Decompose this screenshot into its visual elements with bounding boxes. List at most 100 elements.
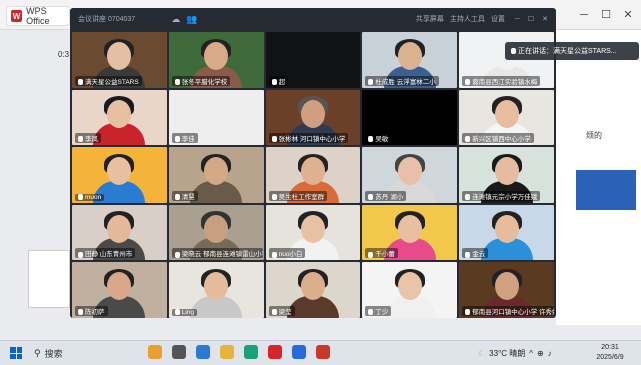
meeting-icon[interactable] (292, 345, 306, 359)
participant-face (397, 214, 422, 243)
participant-name: 千小蕾 (365, 248, 398, 259)
participant-name: Ling (171, 308, 198, 316)
participant-name: 李佳 (171, 133, 198, 144)
weather-text[interactable]: 33°C 晴朗 (489, 348, 525, 359)
mic-icon (271, 78, 277, 85)
wps-office-tab[interactable]: W WPS Office (6, 6, 70, 26)
mic-icon (78, 251, 83, 258)
participant-face (397, 272, 422, 301)
participant-tile[interactable]: 李佳 (168, 89, 264, 146)
right-side-panel: 烦的 (556, 30, 641, 325)
meeting-maximize-icon[interactable]: ☐ (528, 15, 534, 23)
weather-icon[interactable]: ☾ (478, 349, 485, 358)
wps-doc-icon[interactable] (316, 345, 330, 359)
participant-tile[interactable]: 连滩镇元宗小学万佳娥 (459, 147, 554, 203)
participant-tile[interactable]: 清慧 (168, 147, 264, 203)
mic-icon (78, 309, 83, 316)
participant-name: 张冬平腊化学校 (171, 75, 231, 86)
taskbar-search[interactable]: ⚲ 搜索 (28, 344, 128, 362)
participant-tile[interactable]: 满天星公益STARS (72, 32, 167, 88)
participant-tile[interactable]: 张彬林 河口镇中心小学 (265, 89, 361, 146)
mic-icon (78, 136, 83, 143)
participant-face (204, 214, 229, 243)
participant-tile[interactable]: 丁少 (362, 262, 458, 318)
participant-grid: 满天星公益STARS 张冬平腊化学校 超 杜成胜 云浮富林二小 蓉南县西江实验镇水梅李凤… (72, 32, 554, 318)
participant-tile[interactable]: 陈初萨 (72, 262, 167, 318)
host-tools-button[interactable]: 主持人工具 (450, 14, 485, 24)
participant-tile[interactable]: 郁南县河口镇中心小学 许秀娟 (459, 262, 554, 318)
participant-tile[interactable]: 新兴区镇西中心小学 (459, 89, 554, 146)
participant-tile[interactable]: 李凤 (72, 89, 167, 146)
participant-tile[interactable]: 苏丹 湖小 (362, 147, 458, 203)
participant-name: 梁晓云 郁南县连滩镇雷山小学 (171, 248, 264, 259)
participant-tile[interactable]: 千小蕾 (362, 204, 458, 261)
participant-name: 苏丹 湖小 (365, 190, 407, 201)
close-button[interactable]: ✕ (619, 8, 637, 22)
participant-tile[interactable]: 梁晓云 郁南县连滩镇雷山小学 (168, 204, 264, 261)
mic-icon (174, 309, 180, 316)
cloud-icon[interactable]: ☁ (171, 14, 180, 25)
chevron-up-icon[interactable]: ^ (529, 349, 533, 358)
mic-icon (271, 309, 277, 316)
file-explorer-icon[interactable] (220, 345, 234, 359)
participant-tile[interactable]: 超 (265, 32, 361, 88)
participant-tile[interactable]: nuo小白 (265, 204, 361, 261)
participant-name: 超 (268, 75, 289, 86)
start-button[interactable] (10, 347, 22, 359)
participant-tile[interactable]: 吴敏 (362, 89, 458, 146)
participant-tile[interactable]: 金云 (459, 204, 554, 261)
participant-name-text: 清慧 (181, 193, 195, 201)
system-tray: ☾ 33°C 晴朗 ^ ⊕ ♪ (478, 344, 588, 362)
participant-name: 新兴区镇西中心小学 (462, 133, 534, 144)
edge-icon[interactable] (244, 345, 258, 359)
participant-name-text: 连滩镇元宗小学万佳娥 (472, 193, 538, 201)
participant-tile[interactable]: 田静 山东青州市 (72, 204, 167, 261)
wps-icon[interactable] (268, 345, 282, 359)
people-icon[interactable]: 👥 (186, 14, 197, 25)
share-screen-button[interactable]: 共享屏幕 (416, 14, 444, 24)
participant-name: 郁南县河口镇中心小学 许秀娟 (462, 305, 554, 316)
settings-button[interactable]: 设置 (491, 14, 505, 24)
participant-name: 梁莹 (268, 305, 295, 316)
participant-name: nuo小白 (268, 248, 306, 259)
participant-name: 吴生杜工作室群 (268, 190, 328, 201)
participant-name: 满天星公益STARS (75, 75, 142, 86)
participant-face (494, 272, 519, 301)
participant-name: 金云 (462, 248, 489, 259)
participant-tile[interactable]: Ling (168, 262, 264, 318)
clock-date: 2025/6/9 (596, 354, 624, 361)
participant-name: 连滩镇元宗小学万佳娥 (462, 190, 541, 201)
minimize-button[interactable]: ─ (575, 8, 593, 22)
mic-icon (465, 251, 471, 258)
speaking-indicator: 正在讲话：满天星公益STARS... (505, 42, 639, 60)
background-document-thumbnail (28, 250, 70, 308)
taskbar-clock[interactable]: 20:31 2025/6/9 (590, 343, 630, 363)
participant-name-text: 张彬林 河口镇中心小学 (278, 136, 346, 144)
wps-logo-icon: W (11, 10, 23, 22)
meeting-close-icon[interactable]: ✕ (542, 15, 548, 23)
volume-icon[interactable]: ♪ (548, 349, 552, 358)
widgets-icon[interactable] (148, 345, 162, 359)
participant-face (300, 157, 325, 186)
participant-tile[interactable]: 杜成胜 云浮富林二小 (362, 32, 458, 88)
mic-icon (465, 194, 471, 201)
participant-name-text: 李佳 (181, 136, 195, 144)
mic-icon (174, 78, 180, 85)
network-icon[interactable]: ⊕ (537, 349, 544, 358)
meeting-minimize-icon[interactable]: ─ (515, 16, 520, 23)
participant-face (494, 99, 519, 128)
search-icon: ⚲ (34, 347, 41, 358)
participant-face (494, 157, 519, 186)
mic-icon (368, 194, 374, 201)
participant-tile[interactable]: 张冬平腊化学校 (168, 32, 264, 88)
store-icon[interactable] (196, 345, 210, 359)
mic-icon (271, 136, 277, 143)
participant-name: 蓉南县西江实验镇水梅 (462, 75, 541, 86)
taskview-icon[interactable] (172, 345, 186, 359)
participant-tile[interactable]: 吴生杜工作室群 (265, 147, 361, 203)
participant-tile[interactable]: 梁莹 (265, 262, 361, 318)
mic-icon (78, 194, 83, 201)
maximize-button[interactable]: ☐ (597, 8, 615, 22)
participant-tile[interactable]: muon (72, 147, 167, 203)
speaking-label: 正在讲话：满天星公益STARS... (518, 48, 617, 55)
